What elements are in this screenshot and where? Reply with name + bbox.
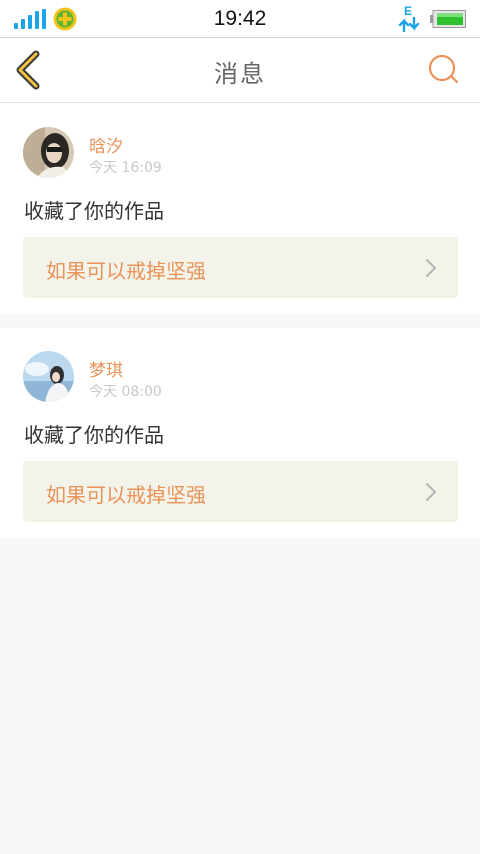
signal-bars-icon [14,9,46,29]
status-clock: 19:42 [213,7,267,30]
header-bar: 消息 [0,38,480,103]
message-time: 今天 16:09 [89,160,162,176]
work-title: 如果可以戒掉坚强 [46,483,206,507]
user-avatar-photo[interactable] [23,351,74,402]
chevron-right-icon [426,483,436,501]
message-card: 晗汐 今天 16:09 收藏了你的作品 如果可以戒掉坚强 [0,104,480,314]
search-icon[interactable] [422,52,462,88]
message-action: 收藏了你的作品 [24,199,164,223]
chevron-left-icon[interactable] [10,48,52,92]
battery-icon [430,10,466,28]
chevron-right-icon [426,259,436,277]
username[interactable]: 梦琪 [89,356,123,381]
message-action: 收藏了你的作品 [24,423,164,447]
user-avatar-photo[interactable] [23,127,74,178]
work-link[interactable]: 如果可以戒掉坚强 [23,237,458,298]
message-card: 梦琪 今天 08:00 收藏了你的作品 如果可以戒掉坚强 [0,328,480,538]
status-bar: 19:42 E [0,0,480,38]
username[interactable]: 晗汐 [89,132,123,157]
360-security-icon [53,7,77,31]
svg-text:E: E [404,4,412,18]
work-link[interactable]: 如果可以戒掉坚强 [23,461,458,522]
message-time: 今天 08:00 [89,384,162,400]
work-title: 如果可以戒掉坚强 [46,259,206,283]
page-title: 消息 [214,60,266,88]
data-transfer-e-icon: E [398,4,420,32]
